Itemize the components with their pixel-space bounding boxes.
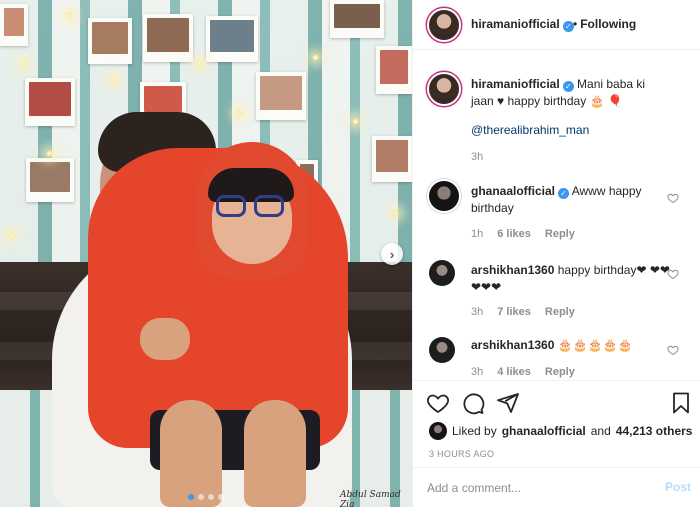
post-header: hiramaniofficial ✓ • Following xyxy=(413,0,700,50)
add-comment-bar: Post xyxy=(413,467,700,507)
wall-photo xyxy=(88,18,132,64)
comment-time: 3h xyxy=(471,306,484,318)
comment-username[interactable]: arshikhan1360 xyxy=(471,263,554,277)
caption-mention-link[interactable]: @therealibrahim_man xyxy=(471,122,671,139)
comment-meta: 3h 7 likes Reply xyxy=(471,306,589,318)
comment: arshikhan1360 🎂🎂🎂🎂🎂 xyxy=(471,337,671,354)
separator-dot: • xyxy=(573,17,578,31)
fairy-light xyxy=(312,54,319,61)
comment-like-heart-icon[interactable] xyxy=(667,192,679,204)
add-comment-input[interactable] xyxy=(427,479,647,497)
following-button[interactable]: • Following xyxy=(573,17,636,31)
kid-glasses xyxy=(216,195,288,219)
comment-avatar[interactable] xyxy=(429,260,455,286)
reply-button[interactable]: Reply xyxy=(545,306,575,318)
kid-leg xyxy=(160,400,222,507)
comment-meta: 3h 4 likes Reply xyxy=(471,366,589,378)
photo-watermark: Abdul Samad Zia xyxy=(340,490,401,507)
carousel-dot xyxy=(198,494,204,500)
share-icon[interactable] xyxy=(496,391,520,415)
liked-by-username[interactable]: ghanaalofficial xyxy=(502,424,586,438)
comment: arshikhan1360 happy birthday❤ ❤❤❤❤❤ xyxy=(471,262,671,296)
fairy-light xyxy=(352,118,359,125)
comment-meta: 1h 6 likes Reply xyxy=(471,228,589,240)
caption-time: 3h xyxy=(471,151,484,163)
post-side-panel: hiramaniofficial ✓ • Following hiramanioff… xyxy=(412,0,700,507)
author-username-text: hiramaniofficial xyxy=(471,17,560,31)
wall-photo xyxy=(256,72,306,120)
wall-photo xyxy=(25,78,75,126)
wall-photo xyxy=(372,136,412,182)
verified-badge-icon: ✓ xyxy=(558,188,570,199)
comment-likes[interactable]: 6 likes xyxy=(497,228,531,240)
liked-by-and: and xyxy=(590,424,611,438)
carousel-dot-active xyxy=(188,494,194,500)
comments-list[interactable]: hiramaniofficial ✓ Mani baba ki jaan ♥ ha… xyxy=(413,50,700,380)
caption-author-avatar[interactable] xyxy=(429,74,459,104)
comment-likes[interactable]: 4 likes xyxy=(497,366,531,378)
comment-like-heart-icon[interactable] xyxy=(667,268,679,280)
comment: ghanaalofficial ✓ Awww happy birthday xyxy=(471,183,671,217)
wall-photo xyxy=(330,0,384,38)
author-username[interactable]: hiramaniofficial ✓ xyxy=(471,17,574,32)
fairy-light xyxy=(110,76,117,83)
next-photo-button[interactable]: › xyxy=(381,243,403,265)
kid-leg xyxy=(244,400,306,507)
fairy-light xyxy=(66,12,73,19)
author-avatar[interactable] xyxy=(429,10,459,40)
wall-photo xyxy=(143,14,193,62)
comment-like-heart-icon[interactable] xyxy=(667,344,679,356)
bookmark-icon[interactable] xyxy=(669,391,693,415)
liked-by: Liked by ghanaalofficial and 44,213 othe… xyxy=(429,422,692,440)
fairy-light xyxy=(8,232,15,239)
comment-avatar[interactable] xyxy=(429,337,455,363)
comment-time: 3h xyxy=(471,366,484,378)
liked-by-prefix: Liked by xyxy=(452,424,497,438)
post-comment-button[interactable]: Post xyxy=(665,480,691,494)
heart-icon[interactable] xyxy=(426,391,450,415)
kid-hand xyxy=(140,318,190,360)
comment-avatar[interactable] xyxy=(429,181,459,211)
wall-photo xyxy=(376,46,412,94)
fairy-light xyxy=(46,150,53,157)
carousel-dot xyxy=(218,494,224,500)
post-photo[interactable]: › Abdul Samad Zia xyxy=(0,0,412,507)
likes-count-link[interactable]: 44,213 others xyxy=(616,424,693,438)
fairy-light xyxy=(196,60,203,67)
liked-by-avatar[interactable] xyxy=(429,422,447,440)
verified-badge-icon: ✓ xyxy=(562,81,574,92)
wall-photo xyxy=(26,158,74,202)
fairy-light xyxy=(20,60,27,67)
comment-username[interactable]: ghanaalofficial xyxy=(471,184,555,198)
chevron-right-icon: › xyxy=(389,246,395,262)
comment-username[interactable]: arshikhan1360 xyxy=(471,338,554,352)
fairy-light xyxy=(236,110,243,117)
caption-meta: 3h xyxy=(471,151,497,163)
wall-photo xyxy=(0,4,28,46)
following-label: Following xyxy=(580,17,637,31)
wall-photo xyxy=(206,16,258,62)
carousel-dot xyxy=(208,494,214,500)
post-actions: Liked by ghanaalofficial and 44,213 othe… xyxy=(413,380,700,467)
comment-time: 1h xyxy=(471,228,484,240)
post-timestamp[interactable]: 3 HOURS AGO xyxy=(429,449,494,459)
comment-likes[interactable]: 7 likes xyxy=(497,306,531,318)
reply-button[interactable]: Reply xyxy=(545,366,575,378)
comment-text: 🎂🎂🎂🎂🎂 xyxy=(557,338,633,352)
caption: hiramaniofficial ✓ Mani baba ki jaan ♥ ha… xyxy=(471,76,671,110)
fairy-light xyxy=(392,210,399,217)
reply-button[interactable]: Reply xyxy=(545,228,575,240)
caption-author-username[interactable]: hiramaniofficial xyxy=(471,77,560,91)
carousel-indicator xyxy=(188,494,224,500)
comment-icon[interactable] xyxy=(461,391,485,415)
